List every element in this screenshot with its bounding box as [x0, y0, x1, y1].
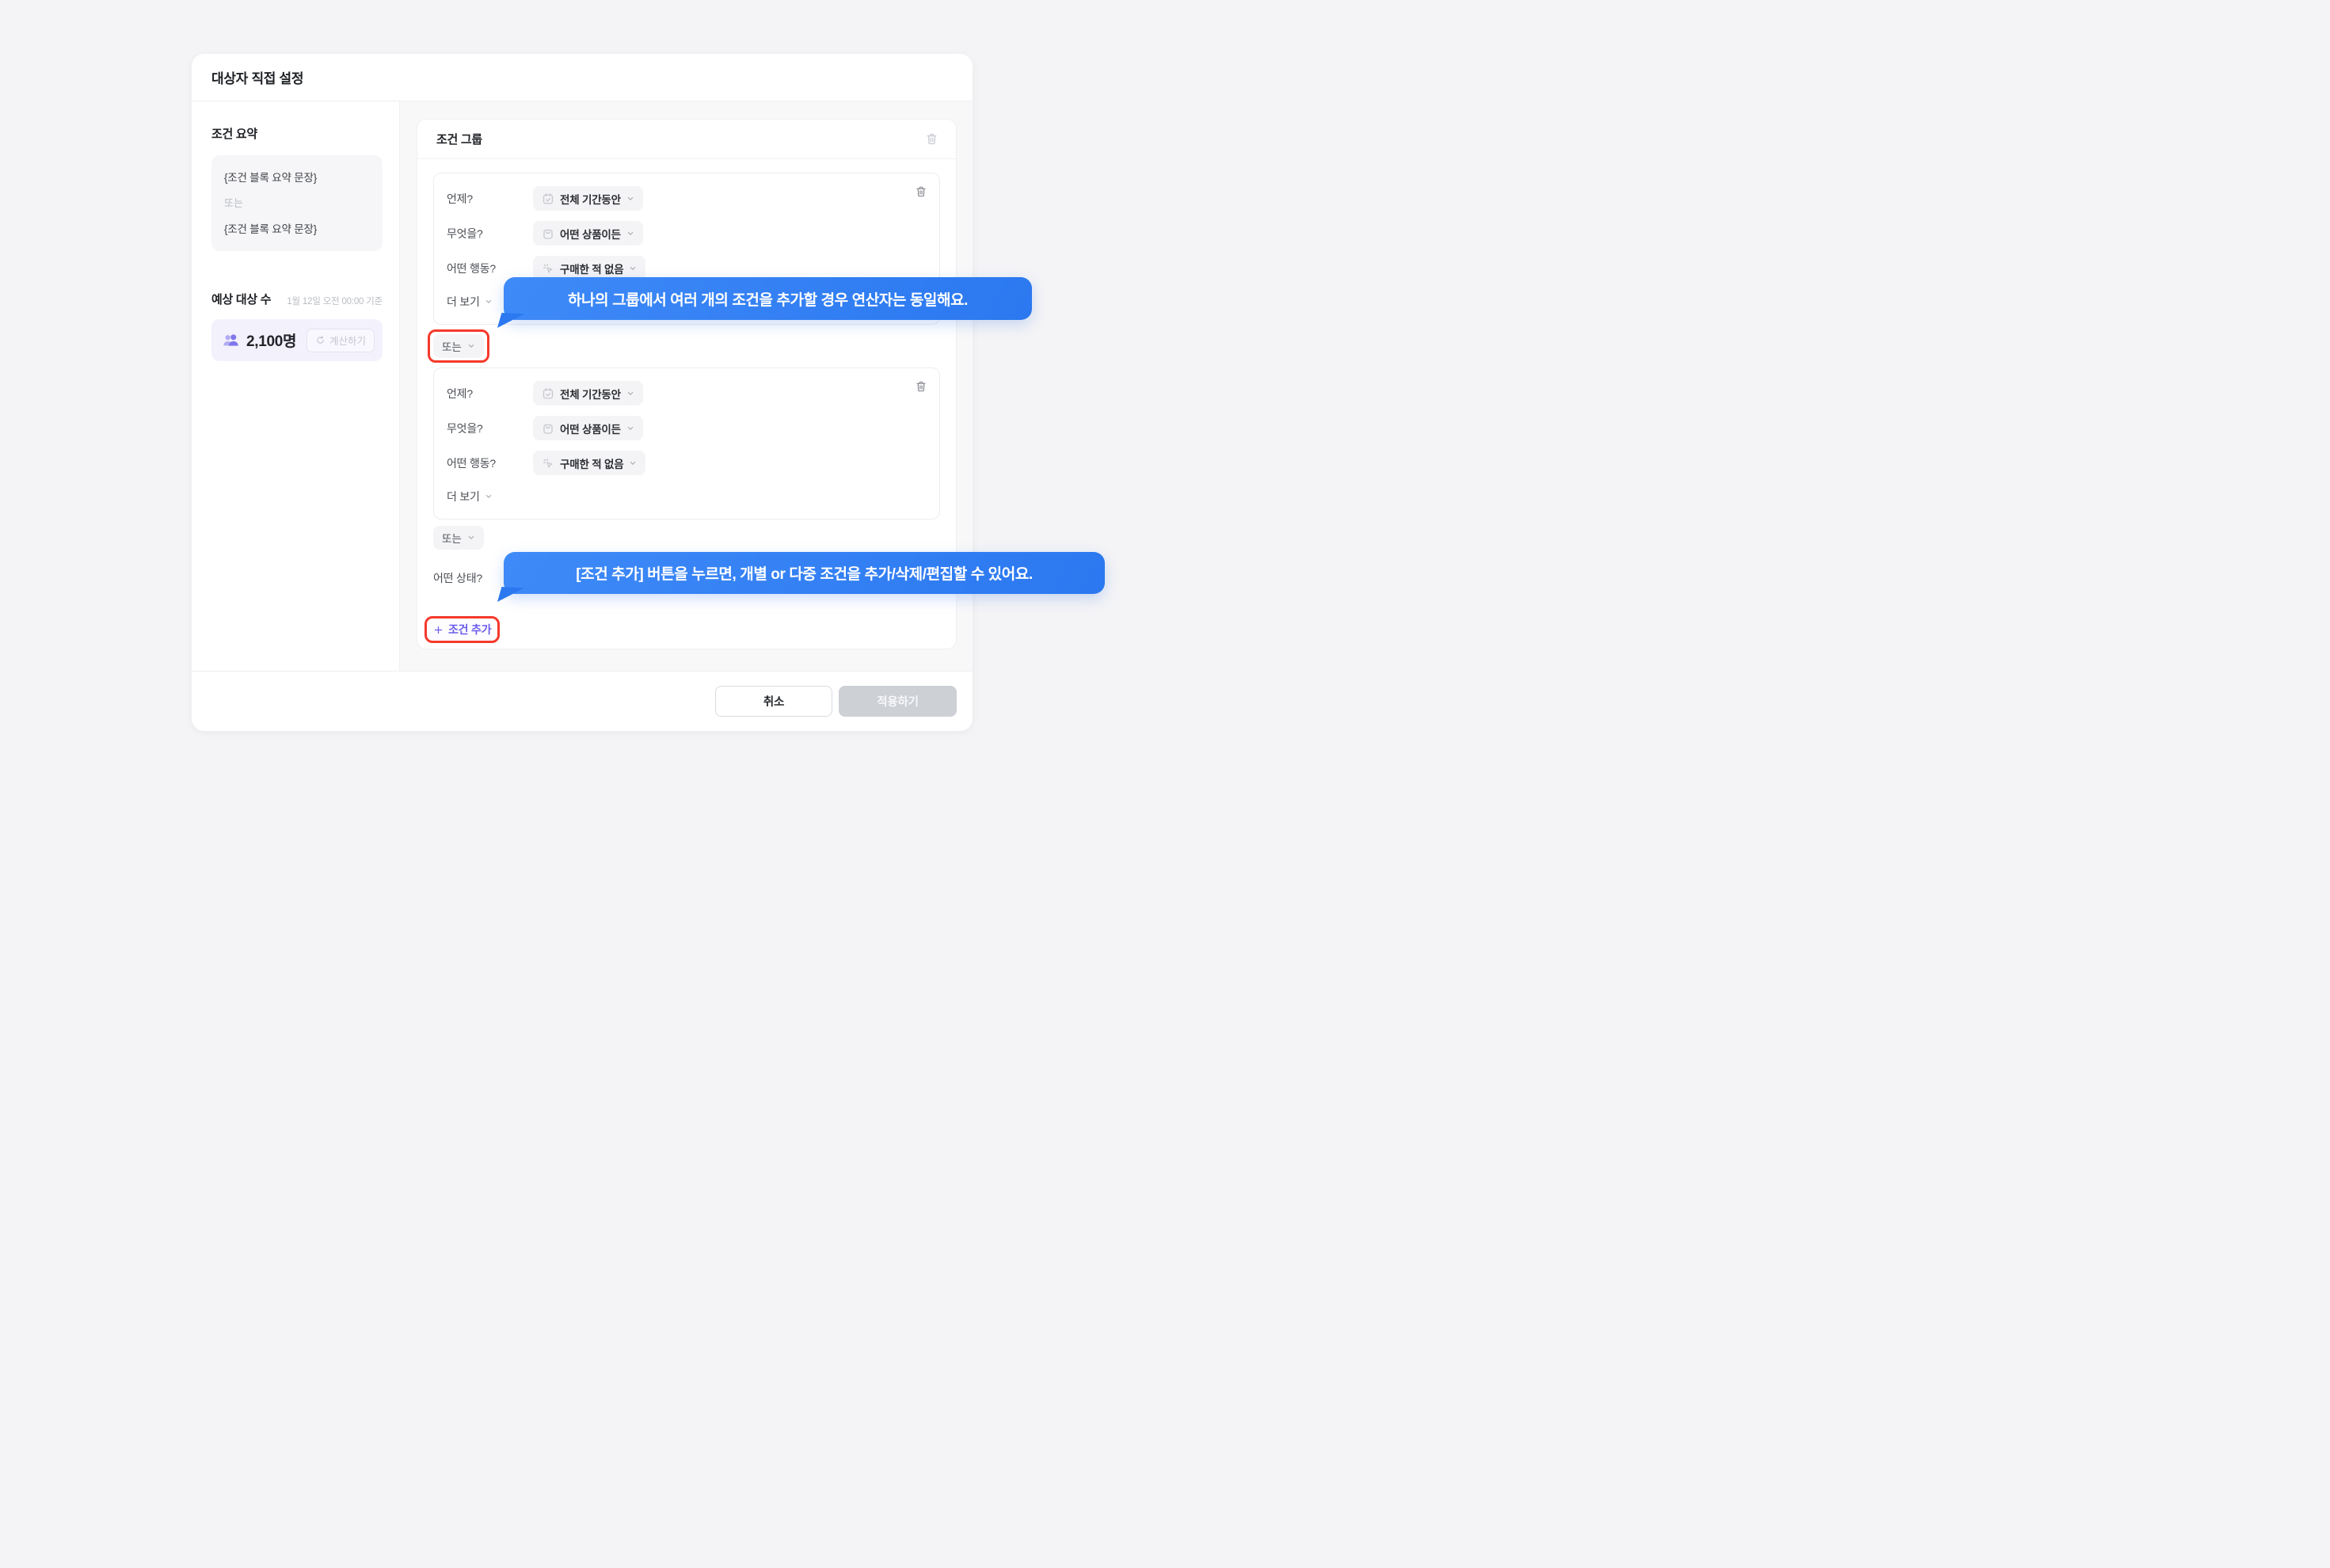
red-highlight-box: 또는 — [428, 329, 489, 363]
add-condition-row: 조건 추가 — [433, 616, 940, 643]
summary-block-1: {조건 블록 요약 문장} — [224, 169, 370, 185]
chevron-down-icon — [467, 534, 475, 542]
when-label: 언제? — [447, 386, 533, 402]
action-label: 어떤 행동? — [447, 261, 533, 276]
people-icon — [222, 331, 240, 349]
chevron-down-icon — [485, 298, 493, 306]
estimate-box: 2,100명 계산하기 — [211, 319, 383, 361]
condition-group-title: 조건 그룹 — [436, 131, 482, 147]
action-label: 어떤 행동? — [447, 455, 533, 471]
chevron-down-icon — [629, 265, 637, 272]
when-value: 전체 기간동안 — [560, 191, 621, 207]
chevron-down-icon — [626, 424, 634, 432]
see-more-label: 더 보기 — [447, 489, 480, 504]
condition-row-what: 무엇을? 어떤 상품이든 — [447, 416, 927, 440]
chevron-down-icon — [626, 195, 634, 203]
condition-row-what: 무엇을? 어떤 상품이든 — [447, 221, 927, 245]
shopping-bag-icon — [542, 422, 554, 435]
estimate-as-of: 1월 12일 오전 00:00 기준 — [287, 295, 383, 307]
calculate-button[interactable]: 계산하기 — [306, 329, 375, 352]
action-select[interactable]: 구매한 적 없음 — [533, 451, 645, 475]
condition-row-action: 어떤 행동? 구매한 적 없음 — [447, 451, 927, 475]
summary-operator: 또는 — [224, 195, 370, 210]
delete-condition-button[interactable] — [915, 185, 927, 198]
summary-box: {조건 블록 요약 문장} 또는 {조건 블록 요약 문장} — [211, 155, 383, 251]
add-condition-button[interactable]: 조건 추가 — [433, 622, 491, 637]
estimate-title: 예상 대상 수 — [211, 291, 271, 307]
operator-value: 또는 — [442, 530, 462, 546]
red-highlight-box: 조건 추가 — [425, 616, 500, 643]
page-background: 대상자 직접 설정 조건 요약 {조건 블록 요약 문장} 또는 {조건 블록 … — [0, 0, 1165, 784]
operator-row-1: 또는 — [433, 329, 940, 363]
action-value: 구매한 적 없음 — [560, 261, 623, 276]
action-value: 구매한 적 없음 — [560, 455, 623, 471]
when-value: 전체 기간동안 — [560, 386, 621, 402]
chevron-down-icon — [485, 493, 493, 500]
chevron-down-icon — [626, 390, 634, 398]
when-select[interactable]: 전체 기간동안 — [533, 381, 643, 405]
trash-icon — [925, 132, 938, 146]
operator-select-1[interactable]: 또는 — [433, 334, 484, 358]
shopping-bag-icon — [542, 227, 554, 240]
calendar-check-icon — [542, 192, 554, 205]
operator-tooltip-text: 하나의 그룹에서 여러 개의 조건을 추가할 경우 연산자는 동일해요. — [568, 288, 968, 310]
estimate-header: 예상 대상 수 1월 12일 오전 00:00 기준 — [211, 291, 383, 307]
cancel-button[interactable]: 취소 — [715, 686, 832, 717]
what-label: 무엇을? — [447, 421, 533, 436]
chevron-down-icon — [626, 230, 634, 238]
condition-group-header: 조건 그룹 — [417, 120, 956, 159]
chevron-down-icon — [629, 459, 637, 467]
chevron-down-icon — [467, 342, 475, 350]
operator-tooltip: 하나의 그룹에서 여러 개의 조건을 추가할 경우 연산자는 동일해요. — [504, 277, 1032, 320]
modal-header: 대상자 직접 설정 — [192, 54, 973, 101]
modal-footer: 취소 적용하기 — [192, 671, 973, 731]
see-more-toggle[interactable]: 더 보기 — [447, 488, 493, 505]
operator-select-2[interactable]: 또는 — [433, 526, 484, 550]
when-label: 언제? — [447, 191, 533, 207]
trash-icon — [915, 185, 927, 198]
click-action-icon — [542, 457, 554, 470]
click-action-icon — [542, 262, 554, 275]
add-condition-tooltip: [조건 추가] 버튼을 누르면, 개별 or 다중 조건을 추가/삭제/편집할 … — [504, 552, 1105, 594]
calendar-check-icon — [542, 387, 554, 400]
delete-group-button[interactable] — [925, 132, 938, 146]
what-select[interactable]: 어떤 상품이든 — [533, 416, 643, 440]
what-label: 무엇을? — [447, 226, 533, 242]
refresh-icon — [315, 335, 326, 345]
plus-icon — [433, 625, 444, 635]
condition-block-2: 언제? 전체 기간동안 — [433, 367, 940, 519]
estimate-count: 2,100명 — [246, 329, 296, 351]
trash-icon — [915, 380, 927, 393]
calculate-label: 계산하기 — [329, 333, 366, 348]
what-value: 어떤 상품이든 — [560, 421, 621, 436]
condition-row-when: 언제? 전체 기간동안 — [447, 381, 927, 405]
add-condition-label: 조건 추가 — [448, 622, 491, 637]
what-value: 어떤 상품이든 — [560, 226, 621, 242]
condition-row-when: 언제? 전체 기간동안 — [447, 186, 927, 211]
page-title: 대상자 직접 설정 — [211, 67, 303, 87]
target-setting-modal: 대상자 직접 설정 조건 요약 {조건 블록 요약 문장} 또는 {조건 블록 … — [192, 54, 973, 731]
apply-button[interactable]: 적용하기 — [839, 686, 957, 717]
summary-title: 조건 요약 — [211, 125, 383, 142]
operator-value: 또는 — [442, 338, 462, 354]
see-more-toggle[interactable]: 더 보기 — [447, 293, 493, 310]
see-more-label: 더 보기 — [447, 294, 480, 310]
what-select[interactable]: 어떤 상품이든 — [533, 221, 643, 245]
condition-summary-sidebar: 조건 요약 {조건 블록 요약 문장} 또는 {조건 블록 요약 문장} 예상 … — [192, 101, 400, 671]
delete-condition-button[interactable] — [915, 380, 927, 393]
operator-row-2: 또는 — [433, 526, 940, 550]
add-condition-tooltip-text: [조건 추가] 버튼을 누르면, 개별 or 다중 조건을 추가/삭제/편집할 … — [576, 562, 1033, 584]
when-select[interactable]: 전체 기간동안 — [533, 186, 643, 211]
summary-block-2: {조건 블록 요약 문장} — [224, 220, 370, 236]
